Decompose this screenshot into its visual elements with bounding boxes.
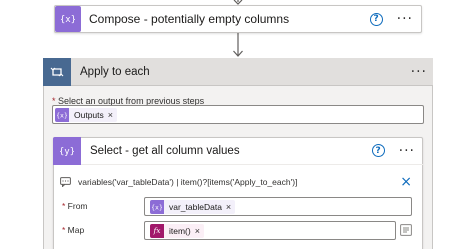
map-label: * Map	[62, 225, 84, 235]
apply-to-each-title[interactable]: Apply to each	[80, 66, 411, 78]
svg-text:{x}: {x}	[57, 111, 67, 119]
select-action-title[interactable]: Select - get all column values	[90, 145, 372, 157]
compose-action-card[interactable]: {x} Compose - potentially empty columns …	[54, 5, 422, 33]
comment-icon	[60, 177, 71, 187]
token-remove-icon[interactable]: ×	[108, 110, 117, 120]
more-options-icon[interactable]: ···	[397, 12, 413, 26]
var-tabledata-token[interactable]: {x} var_tableData ×	[150, 199, 236, 214]
more-options-icon[interactable]: ···	[411, 65, 427, 79]
expression-fx-icon: fx	[150, 223, 164, 238]
expression-text: variables('var_tableData') | item()?[ite…	[78, 177, 298, 187]
svg-text:{y}: {y}	[60, 147, 74, 157]
select-action-icon: {y}	[53, 136, 81, 165]
var-tabledata-token-label: var_tableData	[169, 201, 222, 212]
from-input[interactable]: {x} var_tableData ×	[144, 197, 412, 216]
close-icon[interactable]: ×	[400, 175, 412, 189]
expression-preview-row: variables('var_tableData') | item()?[ite…	[60, 175, 416, 189]
select-action-header[interactable]: {y} Select - get all column values ? ···	[53, 136, 423, 165]
item-expression-token[interactable]: fx item() ×	[150, 223, 204, 238]
help-icon[interactable]: ?	[369, 12, 383, 26]
map-input[interactable]: fx item() ×	[144, 221, 396, 240]
from-label-text: From	[65, 201, 88, 211]
svg-text:{x}: {x}	[61, 15, 75, 25]
loop-icon	[43, 57, 71, 86]
help-icon[interactable]: ?	[371, 144, 385, 157]
item-token-label: item()	[169, 225, 191, 236]
switch-map-mode-icon[interactable]	[400, 224, 412, 236]
compose-icon: {x}	[55, 6, 81, 32]
outputs-token-label: Outputs	[74, 109, 104, 120]
apply-to-each-header[interactable]: Apply to each ···	[43, 57, 433, 86]
select-output-input[interactable]: {x} Outputs ×	[52, 105, 424, 124]
map-label-text: Map	[65, 225, 85, 235]
token-remove-icon[interactable]: ×	[195, 226, 204, 236]
token-remove-icon[interactable]: ×	[226, 202, 235, 212]
more-options-icon[interactable]: ···	[399, 144, 415, 158]
variable-token-icon: {x}	[150, 199, 164, 214]
fx-glyph: fx	[153, 226, 161, 235]
outputs-token[interactable]: {x} Outputs ×	[55, 107, 118, 122]
compose-token-icon: {x}	[55, 107, 69, 122]
from-label: * From	[62, 201, 88, 211]
svg-text:{x}: {x}	[152, 203, 162, 211]
down-arrow-connector	[233, 32, 243, 57]
compose-title[interactable]: Compose - potentially empty columns	[89, 12, 370, 26]
